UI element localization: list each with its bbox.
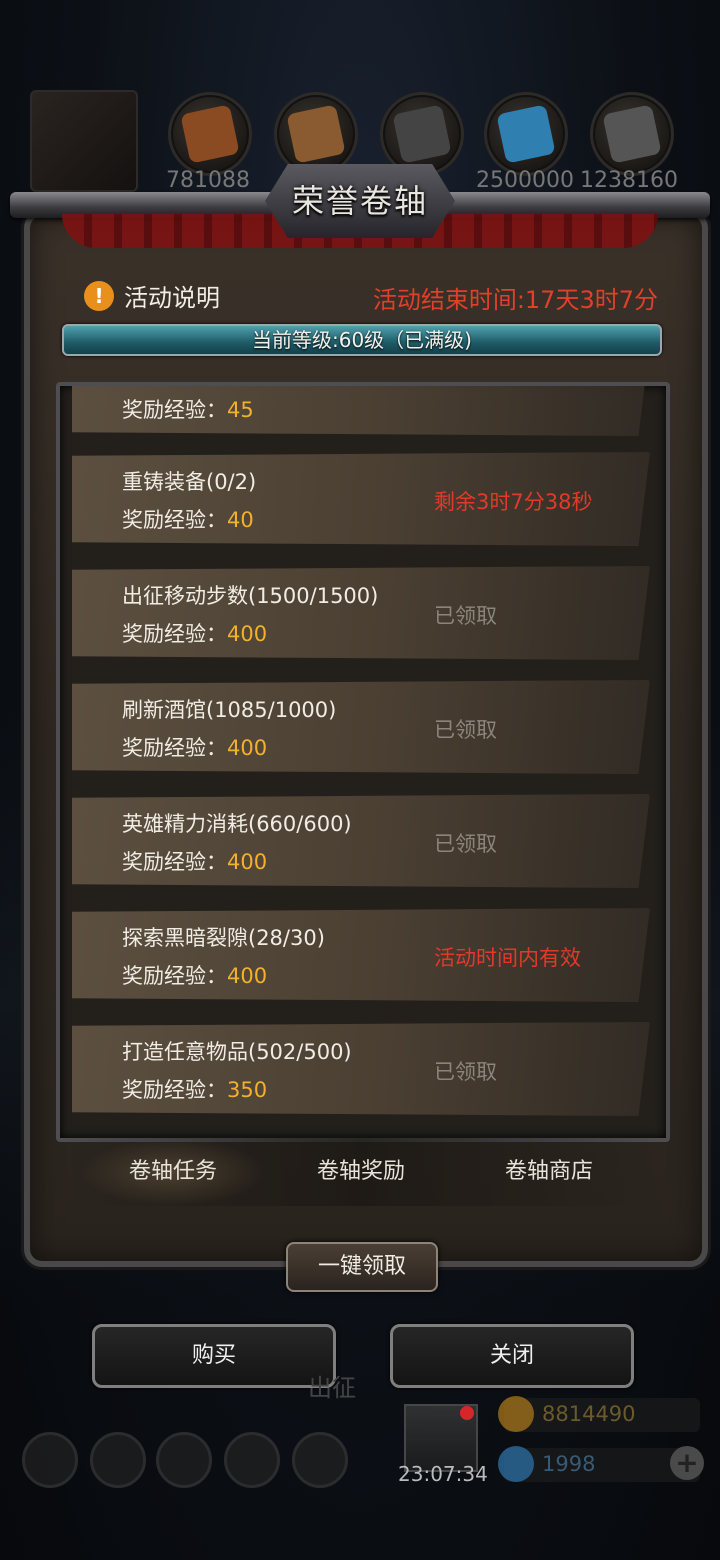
expedition-label: 出征 (308, 1374, 356, 1402)
task-reward: 奖励经验：400 (122, 736, 268, 760)
task-reward: 奖励经验：400 (122, 964, 268, 988)
activity-notice-button[interactable]: ! 活动说明 (84, 278, 220, 313)
task-card: 探索黑暗裂隙(28/30) 奖励经验：400 活动时间内有效 (72, 908, 650, 1002)
collect-all-button[interactable]: 一键领取 (286, 1242, 438, 1292)
scroll-icon[interactable] (156, 1432, 212, 1488)
hero-portrait[interactable] (30, 90, 138, 192)
mail-icon[interactable] (224, 1432, 280, 1488)
task-reward: 奖励经验：400 (122, 622, 268, 646)
gift-timer: 23:07:34 (398, 1462, 488, 1486)
task-reward: 奖励经验：350 (122, 1078, 268, 1102)
task-name: 出征移动步数(1500/1500) (122, 584, 379, 608)
activity-end-time: 活动结束时间:17天3时7分 (372, 286, 658, 314)
task-card: 出征移动步数(1500/1500) 奖励经验：400 已领取 (72, 566, 650, 660)
gold-amount: 8814490 (542, 1402, 636, 1426)
resource-crystal-icon[interactable] (484, 92, 568, 176)
task-name: 英雄精力消耗(660/600) (122, 812, 352, 836)
gold-coin-icon (498, 1396, 534, 1432)
task-status-active: 活动时间内有效 (434, 946, 581, 970)
resource-plank-icon[interactable] (274, 92, 358, 176)
task-status-claimed: 已领取 (434, 1060, 497, 1084)
task-name: 打造任意物品(502/500) (122, 1040, 352, 1064)
gem-icon (498, 1446, 534, 1482)
tab-scroll-shop[interactable]: 卷轴商店 (456, 1138, 642, 1206)
task-reward: 奖励经验：400 (122, 850, 268, 874)
panel-header: 荣誉卷轴 (10, 164, 710, 268)
task-reward: 奖励经验：40 (122, 508, 254, 532)
task-name: 重铸装备(0/2) (122, 470, 257, 494)
task-card-partial: 奖励经验：45 (72, 386, 650, 436)
buy-button[interactable]: 购买 (92, 1324, 336, 1388)
task-card: 英雄精力消耗(660/600) 奖励经验：400 已领取 (72, 794, 650, 888)
task-card: 刷新酒馆(1085/1000) 奖励经验：400 已领取 (72, 680, 650, 774)
task-status-countdown: 剩余3时7分38秒 (434, 490, 593, 514)
resource-iron-icon[interactable] (380, 92, 464, 176)
task-reward: 奖励经验：45 (122, 398, 254, 422)
tab-scroll-rewards[interactable]: 卷轴奖励 (268, 1138, 454, 1206)
task-status-claimed: 已领取 (434, 718, 497, 742)
task-list[interactable]: 奖励经验：45 重铸装备(0/2) 奖励经验：40 剩余3时7分38秒 出征移动… (56, 382, 670, 1142)
activity-notice-label: 活动说明 (124, 284, 220, 312)
resource-steel-icon[interactable] (590, 92, 674, 176)
warning-icon: ! (84, 280, 114, 311)
chat-icon[interactable] (292, 1432, 348, 1488)
task-status-claimed: 已领取 (434, 604, 497, 628)
task-status-claimed: 已领取 (434, 832, 497, 856)
notification-dot (460, 1406, 474, 1420)
level-text: 当前等级:60级（已满级) (252, 328, 472, 352)
resource-wood-icon[interactable] (168, 92, 252, 176)
scroll-tabs: 卷轴任务 卷轴奖励 卷轴商店 (66, 1138, 658, 1206)
panel-title: 荣誉卷轴 (291, 182, 428, 220)
level-progress-bar: 当前等级:60级（已满级) (62, 324, 662, 356)
tab-scroll-tasks[interactable]: 卷轴任务 (80, 1138, 266, 1206)
task-name: 刷新酒馆(1085/1000) (122, 698, 337, 722)
add-gems-icon[interactable]: + (670, 1446, 704, 1480)
settings-icon[interactable] (22, 1432, 78, 1488)
gem-amount: 1998 (542, 1452, 596, 1476)
close-button[interactable]: 关闭 (390, 1324, 634, 1388)
task-name: 探索黑暗裂隙(28/30) (122, 926, 325, 950)
task-card: 打造任意物品(502/500) 奖励经验：350 已领取 (72, 1022, 650, 1116)
star-icon[interactable] (90, 1432, 146, 1488)
task-card: 重铸装备(0/2) 奖励经验：40 剩余3时7分38秒 (72, 452, 650, 546)
